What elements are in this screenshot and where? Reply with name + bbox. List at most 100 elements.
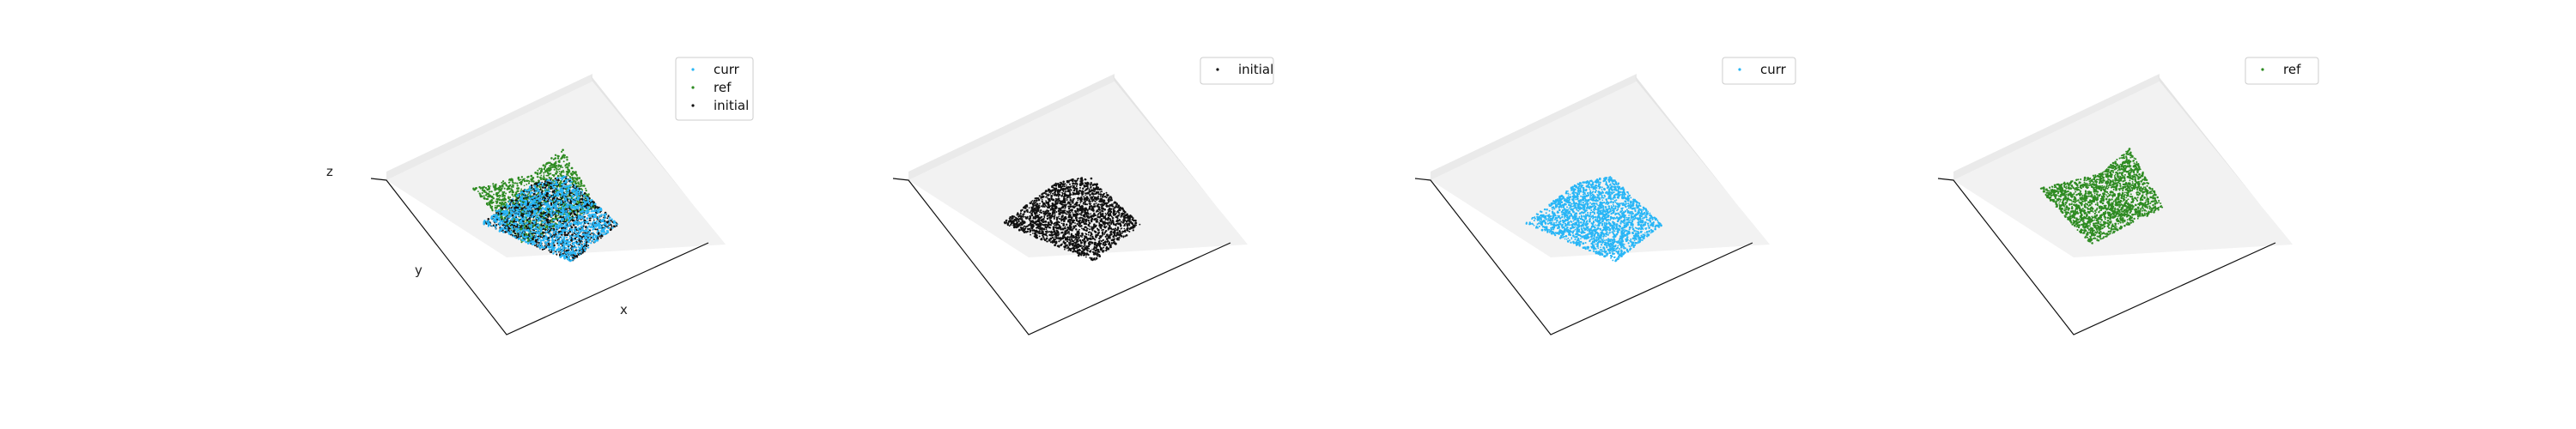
data-point	[562, 239, 565, 242]
data-point	[563, 193, 566, 196]
data-point	[552, 204, 555, 207]
data-point	[500, 207, 502, 209]
data-point	[512, 233, 514, 236]
data-point	[565, 171, 568, 173]
data-point	[1087, 233, 1090, 236]
data-point	[579, 216, 582, 220]
data-point	[574, 201, 577, 203]
data-point	[557, 166, 559, 168]
data-point	[566, 159, 568, 161]
data-point	[566, 233, 569, 237]
data-point	[571, 247, 574, 250]
data-point	[560, 178, 562, 179]
data-point	[497, 186, 500, 189]
data-point	[552, 187, 555, 190]
data-point	[576, 177, 579, 179]
data-point	[532, 180, 535, 183]
data-point	[514, 211, 517, 214]
data-point	[539, 241, 543, 245]
data-point	[588, 214, 591, 217]
data-point	[518, 202, 521, 206]
data-point	[510, 202, 513, 204]
data-point	[594, 206, 598, 208]
data-point	[534, 209, 537, 213]
data-point	[498, 196, 501, 198]
data-point	[611, 218, 613, 221]
data-point	[589, 226, 592, 228]
data-point	[591, 224, 593, 226]
data-point	[534, 242, 537, 245]
data-point	[560, 237, 563, 239]
data-point	[486, 188, 489, 190]
data-point	[571, 230, 574, 233]
data-point	[1064, 226, 1066, 228]
data-point	[600, 237, 602, 239]
data-point	[544, 165, 547, 167]
data-point	[495, 193, 498, 196]
data-point	[570, 255, 573, 257]
data-point	[600, 229, 604, 233]
data-point	[591, 202, 593, 206]
data-point	[551, 238, 554, 240]
data-point	[557, 157, 559, 159]
data-point	[574, 188, 576, 191]
data-point	[494, 224, 496, 227]
data-point	[504, 198, 507, 201]
data-point	[520, 231, 523, 233]
data-point	[558, 167, 561, 170]
data-point	[536, 217, 539, 221]
data-point	[525, 204, 527, 207]
data-point	[567, 166, 569, 169]
data-point	[538, 233, 541, 236]
data-point	[551, 196, 554, 198]
data-point	[547, 181, 550, 184]
data-point	[481, 186, 483, 189]
data-point	[566, 189, 569, 191]
data-point	[580, 229, 583, 233]
data-point	[543, 174, 545, 176]
data-point	[526, 242, 530, 245]
data-point	[580, 188, 582, 190]
data-point	[561, 235, 563, 238]
data-point	[592, 235, 595, 239]
data-point	[531, 235, 533, 239]
data-point	[558, 208, 561, 211]
data-point	[566, 202, 568, 205]
data-point	[498, 221, 501, 225]
data-point	[583, 223, 585, 226]
data-point	[518, 214, 520, 217]
data-point	[557, 233, 560, 236]
data-point	[578, 222, 581, 226]
data-point	[514, 219, 517, 221]
data-point	[591, 198, 593, 202]
data-point	[498, 214, 501, 217]
data-point	[510, 213, 513, 215]
data-point	[564, 190, 567, 192]
data-point	[580, 241, 583, 244]
data-point	[556, 171, 559, 173]
data-point	[514, 233, 517, 235]
data-point	[545, 214, 547, 217]
data-point	[573, 200, 575, 202]
data-point	[586, 217, 589, 220]
data-point	[592, 209, 596, 213]
data-point	[515, 228, 518, 231]
data-point	[506, 204, 509, 208]
data-point	[544, 178, 545, 181]
x-axis-label: x	[620, 302, 628, 317]
data-point	[525, 196, 527, 199]
data-point	[568, 175, 571, 178]
data-point	[578, 190, 581, 194]
data-point	[511, 193, 513, 196]
data-point	[501, 214, 503, 216]
data-point	[550, 234, 552, 237]
data-point	[574, 257, 576, 260]
data-point	[497, 216, 501, 220]
data-point	[542, 239, 545, 242]
data-point	[534, 217, 538, 220]
data-point	[576, 204, 578, 207]
data-point	[560, 255, 563, 257]
data-point	[525, 240, 528, 244]
data-point	[534, 234, 538, 238]
data-point	[573, 202, 575, 204]
